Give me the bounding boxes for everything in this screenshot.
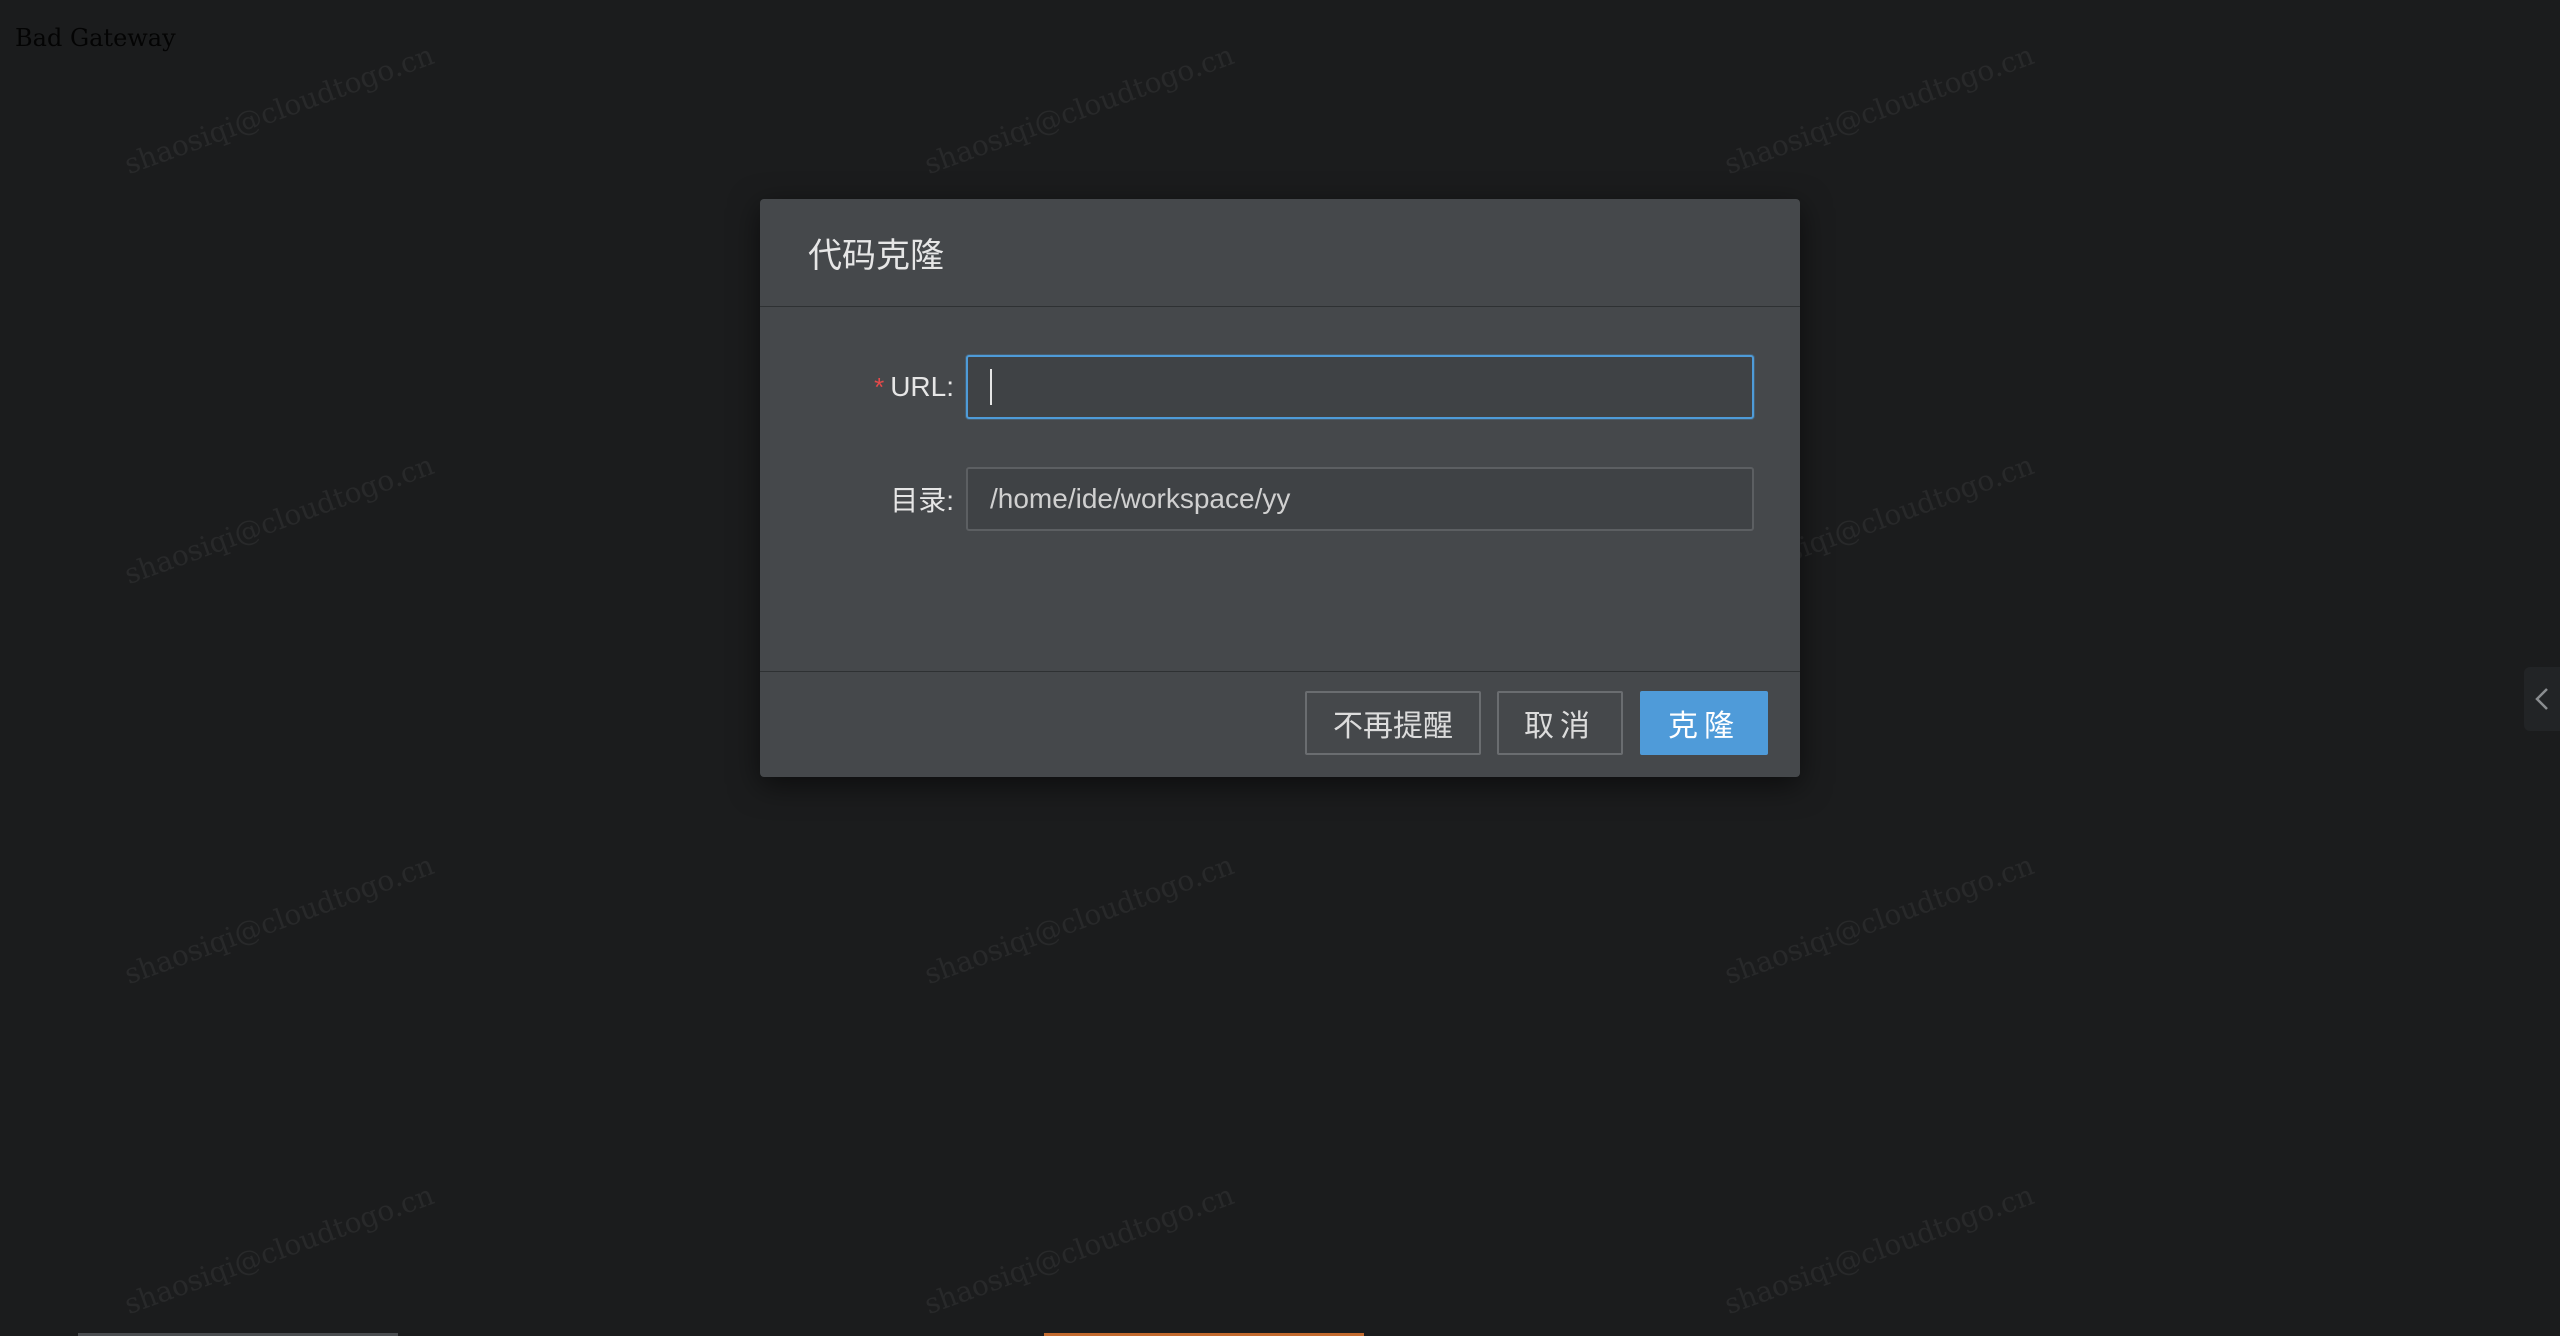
- url-label: * URL:: [760, 355, 954, 419]
- watermark-text: shaosiqi@cloudtogo.cn: [920, 38, 1239, 182]
- no-remind-button[interactable]: 不再提醒: [1305, 691, 1481, 755]
- error-message: Bad Gateway: [15, 24, 176, 52]
- required-marker: *: [874, 371, 885, 402]
- clone-dialog: 代码克隆 * URL: 目录: /home/ide/workspace/yy 不…: [760, 199, 1800, 777]
- directory-label-text: 目录:: [890, 485, 954, 516]
- watermark-text: shaosiqi@cloudtogo.cn: [1720, 1178, 2039, 1322]
- dialog-header: 代码克隆: [760, 199, 1800, 307]
- dialog-body: * URL: 目录: /home/ide/workspace/yy: [760, 307, 1800, 671]
- watermark-text: shaosiqi@cloudtogo.cn: [120, 1178, 439, 1322]
- watermark-text: shaosiqi@cloudtogo.cn: [120, 448, 439, 592]
- watermark-text: shaosiqi@cloudtogo.cn: [920, 848, 1239, 992]
- chevron-left-icon: [2535, 688, 2548, 710]
- watermark-text: shaosiqi@cloudtogo.cn: [1720, 848, 2039, 992]
- watermark-text: shaosiqi@cloudtogo.cn: [920, 1178, 1239, 1322]
- watermark-text: shaosiqi@cloudtogo.cn: [120, 38, 439, 182]
- url-label-text: URL:: [890, 371, 954, 402]
- text-caret: [990, 369, 992, 405]
- directory-row: 目录: /home/ide/workspace/yy: [760, 467, 1800, 531]
- side-panel-toggle[interactable]: [2524, 667, 2560, 731]
- cancel-button[interactable]: 取消: [1497, 691, 1623, 755]
- watermark-text: shaosiqi@cloudtogo.cn: [120, 848, 439, 992]
- watermark-text: shaosiqi@cloudtogo.cn: [1720, 38, 2039, 182]
- url-row: * URL:: [760, 355, 1800, 419]
- directory-input[interactable]: /home/ide/workspace/yy: [966, 467, 1754, 531]
- directory-label: 目录:: [760, 467, 954, 531]
- dialog-footer: 不再提醒 取消 克隆: [760, 671, 1800, 777]
- clone-button[interactable]: 克隆: [1640, 691, 1768, 755]
- dialog-title: 代码克隆: [808, 237, 944, 275]
- url-input[interactable]: [966, 355, 1754, 419]
- directory-input-value: /home/ide/workspace/yy: [990, 483, 1291, 514]
